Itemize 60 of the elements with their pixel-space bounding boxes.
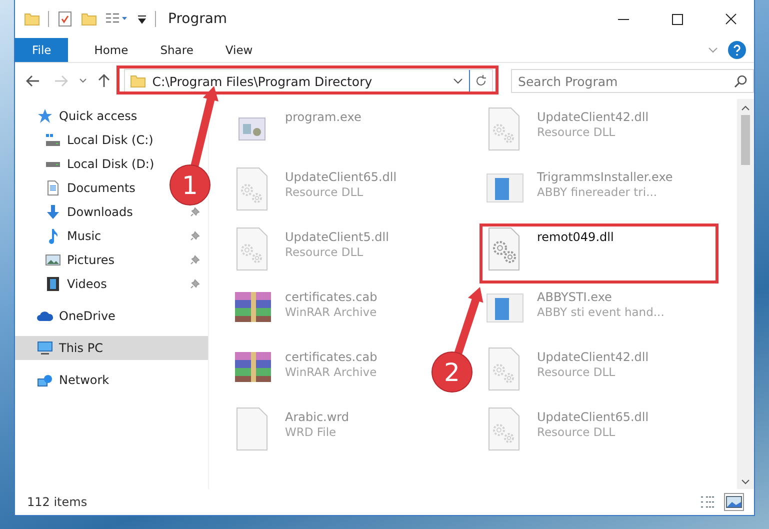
properties-icon[interactable] bbox=[57, 11, 73, 27]
cloud-icon bbox=[37, 310, 53, 322]
sidebar-item[interactable]: Quick access bbox=[37, 108, 138, 124]
sidebar-item[interactable]: OneDrive bbox=[37, 309, 116, 323]
pictures-icon bbox=[45, 254, 61, 266]
sidebar-item[interactable]: Local Disk (D:) bbox=[45, 157, 154, 171]
network-icon bbox=[37, 374, 53, 386]
large-icons-view-button[interactable] bbox=[724, 493, 744, 511]
maximize-icon bbox=[672, 14, 682, 24]
sidebar-item[interactable]: Local Disk (C:) bbox=[45, 133, 154, 147]
search-box[interactable]: Search Program bbox=[511, 69, 754, 93]
step-badge: 2 bbox=[432, 352, 472, 392]
sidebar-item[interactable]: Downloads bbox=[45, 204, 133, 220]
minimize-icon bbox=[618, 18, 628, 20]
help-icon[interactable] bbox=[728, 41, 746, 59]
address-bar[interactable]: C:\Program Files\Program Directory bbox=[124, 69, 494, 93]
sidebar-item[interactable]: Pictures bbox=[45, 253, 115, 267]
folder-icon bbox=[24, 11, 40, 27]
chevron-down-icon bbox=[78, 78, 87, 84]
expand-ribbon-icon[interactable] bbox=[708, 46, 718, 54]
item-count: 112 items bbox=[27, 495, 88, 509]
step-badge: 1 bbox=[170, 164, 210, 206]
scrollbar[interactable] bbox=[737, 99, 754, 489]
window-title: Program bbox=[168, 11, 228, 27]
file-type: WinRAR Archive bbox=[285, 365, 378, 379]
sidebar-item[interactable]: This PC bbox=[37, 341, 103, 355]
file-type: WinRAR Archive bbox=[285, 305, 378, 319]
downloads-icon bbox=[45, 204, 61, 220]
videos-icon bbox=[45, 276, 61, 292]
sidebar-item[interactable]: Documents bbox=[45, 180, 136, 196]
computer-icon bbox=[37, 341, 53, 355]
file-type: ABBY finereader tri... bbox=[537, 185, 658, 199]
system-drive-icon bbox=[45, 133, 61, 147]
ribbon-tab[interactable]: View bbox=[211, 38, 267, 62]
back-arrow-icon bbox=[26, 75, 40, 87]
dropdown-icon[interactable] bbox=[137, 14, 147, 24]
file-type: Resource DLL bbox=[285, 245, 364, 259]
ribbon-tab[interactable]: Home bbox=[80, 38, 142, 62]
documents-icon bbox=[45, 180, 61, 196]
sidebar-item[interactable]: Music bbox=[45, 228, 102, 244]
star-icon bbox=[37, 108, 53, 124]
scroll-down-icon[interactable] bbox=[741, 479, 750, 485]
up-arrow-icon bbox=[98, 74, 110, 88]
file-type: Resource DLL bbox=[285, 185, 364, 199]
file-type: WRD File bbox=[285, 425, 338, 439]
ribbon-tab[interactable]: File bbox=[15, 38, 68, 62]
file-type: ABBY sti event hand... bbox=[537, 305, 664, 319]
sidebar-item[interactable]: Videos bbox=[45, 276, 107, 292]
ribbon-tab[interactable]: Share bbox=[146, 38, 208, 62]
close-icon bbox=[725, 13, 737, 25]
forward-arrow-icon bbox=[54, 75, 68, 87]
file-type: Resource DLL bbox=[537, 425, 616, 439]
scroll-thumb[interactable] bbox=[741, 115, 750, 165]
file-name[interactable]: remot049.dll bbox=[537, 230, 614, 244]
search-icon bbox=[734, 74, 748, 88]
scroll-up-icon[interactable] bbox=[741, 105, 750, 111]
file-type: Resource DLL bbox=[537, 125, 616, 139]
drive-icon bbox=[45, 160, 61, 168]
file-type: Resource DLL bbox=[537, 365, 616, 379]
sidebar-item[interactable]: Network bbox=[37, 373, 110, 387]
